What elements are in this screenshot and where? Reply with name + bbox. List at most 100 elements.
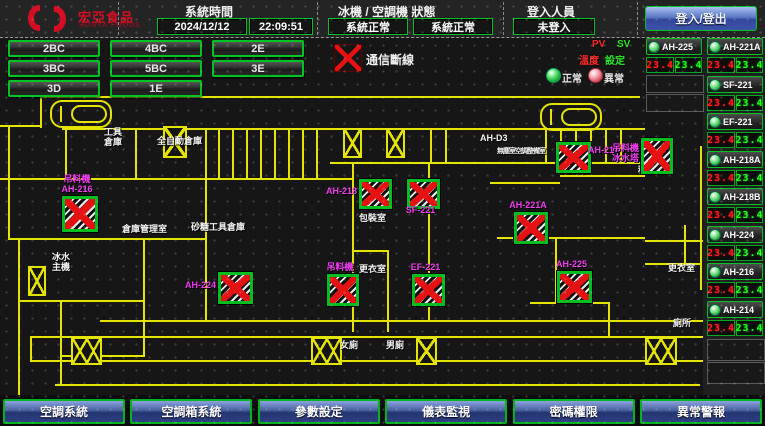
pv-header: PV	[592, 39, 605, 50]
ahu-status: 系統正常	[413, 18, 493, 35]
device-label: AH-224	[185, 280, 216, 290]
unit-button-sf-221[interactable]: SF-221	[707, 76, 763, 93]
device-label: AH-218	[326, 186, 357, 196]
floor-button-3e[interactable]: 3E	[212, 60, 304, 77]
unit-button-ah-225[interactable]: AH-225	[646, 38, 702, 55]
device-marker-comm-fail[interactable]	[62, 196, 98, 232]
empty-slot	[646, 75, 704, 93]
device-marker-comm-fail[interactable]	[412, 274, 445, 306]
floor-button-2e[interactable]: 2E	[212, 40, 304, 57]
nav-button-1[interactable]: 空調系統	[3, 399, 125, 424]
floor-button-5bc[interactable]: 5BC	[110, 60, 202, 77]
unit-name: AH-218A	[723, 155, 761, 165]
wall	[684, 225, 686, 263]
unit-sv-value: 23.4	[736, 282, 763, 298]
unit-button-ah-218b[interactable]: AH-218B	[707, 188, 763, 205]
nav-button-2[interactable]: 空調箱系統	[130, 399, 252, 424]
unit-sv-value: 23.4	[736, 95, 763, 111]
comm-fail-icon	[334, 44, 362, 72]
wall	[30, 336, 706, 338]
unit-sv-value: 23.4	[736, 320, 763, 336]
normal-label: 正常	[562, 70, 582, 85]
login-logout-button[interactable]: 登入/登出	[645, 6, 757, 31]
wall	[545, 128, 547, 164]
logo-subtitle: HUNYA FOODS	[79, 22, 141, 29]
device-label: SF-221	[406, 205, 436, 215]
shaft-icon	[645, 337, 677, 365]
wall	[100, 320, 706, 322]
empty-slot	[646, 94, 704, 112]
unit-led-icon	[709, 191, 721, 203]
nav-button-5[interactable]: 密碼權限	[513, 399, 635, 424]
unit-pv-value: 23.4	[646, 57, 674, 73]
unit-pv-value: 23.4	[707, 245, 735, 261]
unit-led-icon	[709, 266, 721, 278]
device-marker-comm-fail[interactable]	[327, 274, 359, 306]
device-marker-comm-fail[interactable]	[359, 179, 392, 209]
stairs-icon	[540, 103, 602, 131]
device-marker-comm-fail[interactable]	[556, 142, 591, 173]
unit-pv-value: 23.4	[707, 57, 735, 73]
unit-name: AH-216	[723, 267, 754, 277]
unit-led-icon	[709, 41, 721, 53]
stairs-icon	[50, 100, 112, 128]
divider	[317, 2, 318, 35]
wall	[135, 128, 137, 180]
unit-led-icon	[709, 304, 721, 316]
unit-name: AH-214	[723, 305, 754, 315]
wall	[8, 125, 10, 240]
shaft-icon	[28, 266, 46, 296]
unit-pv-value: 23.4	[707, 95, 735, 111]
divider	[637, 2, 638, 35]
unit-button-ah-216[interactable]: AH-216	[707, 263, 763, 280]
device-label: AH-221A	[509, 200, 547, 210]
divider	[118, 2, 119, 35]
room-label: 更衣室	[668, 263, 695, 273]
empty-slot	[707, 362, 765, 384]
wall	[246, 128, 248, 180]
nav-button-3[interactable]: 參數設定	[258, 399, 380, 424]
unit-button-ef-221[interactable]: EF-221	[707, 113, 763, 130]
room-label: 全自動倉庫	[157, 136, 202, 146]
wall	[645, 240, 703, 242]
room-label: 男廁	[386, 340, 404, 350]
device-label: 吊料機 AH-216	[61, 174, 92, 194]
device-label: 吊料機	[326, 262, 353, 272]
floor-button-1e[interactable]: 1E	[110, 80, 202, 97]
shaft-icon	[343, 128, 362, 158]
device-marker-comm-fail[interactable]	[641, 138, 673, 174]
nav-button-4[interactable]: 儀表監視	[385, 399, 507, 424]
floor-button-2bc[interactable]: 2BC	[8, 40, 100, 57]
unit-sv-value: 23.4	[736, 170, 763, 186]
login-status: 未登入	[513, 18, 595, 35]
floor-button-3d[interactable]: 3D	[8, 80, 100, 97]
wall	[490, 182, 560, 184]
device-marker-comm-fail[interactable]	[218, 272, 253, 304]
device-marker-comm-fail[interactable]	[557, 271, 592, 303]
room-label: 倉庫管理室	[122, 224, 167, 234]
wall	[18, 300, 145, 302]
floor-button-4bc[interactable]: 4BC	[110, 40, 202, 57]
shaft-icon	[416, 337, 437, 365]
wall	[0, 125, 42, 127]
unit-led-icon	[709, 79, 721, 91]
device-label: EF-221	[411, 262, 441, 272]
floor-button-3bc[interactable]: 3BC	[8, 60, 100, 77]
empty-slot	[707, 339, 765, 361]
unit-button-ah-224[interactable]: AH-224	[707, 226, 763, 243]
sv-name: 設定	[605, 52, 625, 67]
nav-button-6[interactable]: 異常警報	[640, 399, 762, 424]
device-marker-comm-fail[interactable]	[514, 212, 548, 244]
wall	[445, 128, 447, 164]
room-label: 包裝室	[359, 213, 386, 223]
hunya-logo-icon	[28, 5, 74, 32]
unit-sv-value: 23.4	[736, 57, 763, 73]
normal-led-icon	[546, 68, 561, 83]
unit-name: AH-221A	[723, 42, 761, 52]
unit-button-ah-221a[interactable]: AH-221A	[707, 38, 763, 55]
unit-led-icon	[709, 154, 721, 166]
unit-name: SF-221	[723, 80, 753, 90]
unit-button-ah-214[interactable]: AH-214	[707, 301, 763, 318]
unit-button-ah-218a[interactable]: AH-218A	[707, 151, 763, 168]
sv-header: SV	[617, 39, 630, 50]
